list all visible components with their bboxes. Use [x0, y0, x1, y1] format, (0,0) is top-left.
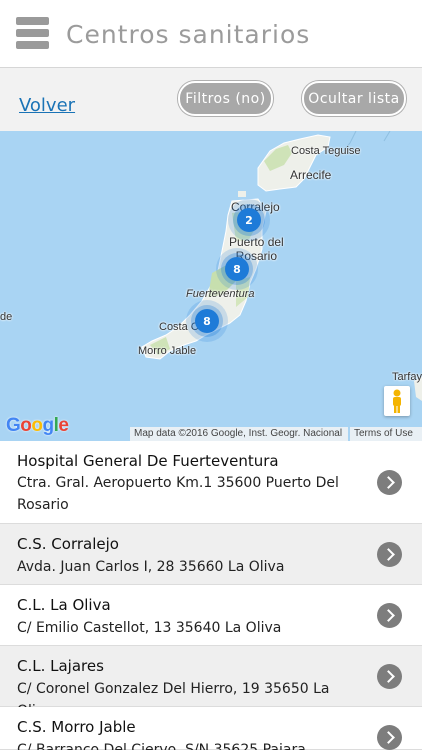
list-item[interactable]: Hospital General De Fuerteventura Ctra. …: [0, 441, 422, 524]
center-address: Ctra. Gral. Aeropuerto Km.1 35600 Puerto…: [17, 475, 339, 513]
center-name: Hospital General De Fuerteventura: [17, 452, 279, 470]
back-link[interactable]: Volver: [19, 95, 75, 116]
corralejo-cluster-count: 2: [245, 214, 253, 227]
costa-calma-cluster[interactable]: 8: [186, 300, 228, 342]
map-attribution: Map data ©2016 Google, Inst. Geogr. Naci…: [130, 427, 348, 441]
map-view[interactable]: Costa Teguise Arrecife Corralejo Puerto …: [0, 131, 422, 441]
hide-list-button[interactable]: Ocultar lista: [302, 81, 406, 116]
center-name: C.L. Lajares: [17, 657, 104, 675]
center-name: C.L. La Oliva: [17, 596, 111, 614]
center-name: C.S. Corralejo: [17, 535, 119, 553]
centers-list: Hospital General De Fuerteventura Ctra. …: [0, 441, 422, 750]
center-address: C/ Emilio Castellot, 13 35640 La Oliva: [17, 620, 282, 636]
list-item[interactable]: C.S. Morro Jable C/ Barranco Del Ciervo,…: [0, 707, 422, 750]
app-header: Centros sanitarios: [0, 0, 422, 68]
costa-calma-cluster-count: 8: [203, 315, 211, 328]
center-name: C.S. Morro Jable: [17, 718, 136, 736]
toolbar: Volver Filtros (no) Ocultar lista: [0, 68, 422, 131]
corralejo-cluster[interactable]: 2: [228, 199, 270, 241]
chevron-right-icon[interactable]: [377, 664, 402, 689]
map-clusters: 2 8 8: [186, 199, 270, 342]
chevron-right-icon[interactable]: [377, 603, 402, 628]
list-item[interactable]: C.L. Lajares C/ Coronel Gonzalez Del Hie…: [0, 646, 422, 719]
list-item[interactable]: C.S. Corralejo Avda. Juan Carlos I, 28 3…: [0, 524, 422, 585]
filters-button[interactable]: Filtros (no): [178, 81, 273, 116]
puerto-del-rosario-cluster-count: 8: [233, 263, 241, 276]
google-logo: Google: [6, 415, 69, 436]
center-address: Avda. Juan Carlos I, 28 35660 La Oliva: [17, 559, 285, 575]
list-item[interactable]: C.L. La Oliva C/ Emilio Castellot, 13 35…: [0, 585, 422, 646]
chevron-right-icon[interactable]: [377, 542, 402, 567]
center-address: C/ Barranco Del Ciervo, S/N 35625 Pajara: [17, 742, 306, 750]
puerto-del-rosario-cluster[interactable]: 8: [216, 248, 258, 290]
chevron-right-icon[interactable]: [377, 725, 402, 750]
hamburger-menu-icon[interactable]: [16, 17, 49, 49]
page-title: Centros sanitarios: [66, 20, 311, 49]
street-view-pegman-icon[interactable]: [384, 386, 410, 416]
chevron-right-icon[interactable]: [377, 470, 402, 495]
terms-of-use-link[interactable]: Terms of Use: [350, 427, 422, 441]
